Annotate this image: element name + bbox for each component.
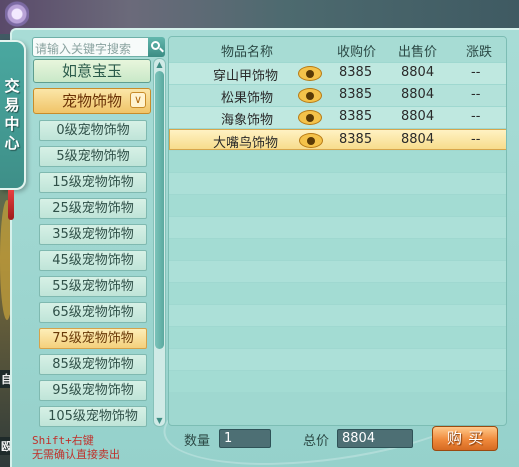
column-header-change: 涨跌	[466, 45, 493, 60]
table-row[interactable]: 穿山甲饰物 8385 8804 --	[169, 63, 506, 84]
scroll-down-arrow-icon[interactable]: ▼	[155, 416, 164, 425]
column-header-buy-price: 收购价	[337, 45, 377, 60]
flower-ornament-icon	[5, 0, 29, 28]
price-change: --	[471, 109, 481, 124]
quantity-input[interactable]: 1	[219, 429, 271, 448]
empty-table-row	[169, 217, 506, 238]
table-row-selected[interactable]: 大嘴鸟饰物 8385 8804 --	[169, 129, 506, 151]
quantity-label: 数量	[184, 434, 211, 449]
subcategory-item[interactable]: 15级宠物饰物	[39, 172, 147, 193]
table-row[interactable]: 松果饰物 8385 8804 --	[169, 85, 506, 106]
subcategory-item[interactable]: 95级宠物饰物	[39, 380, 147, 401]
title-char: 交	[4, 77, 20, 95]
item-name: 松果饰物	[221, 91, 274, 106]
search-input[interactable]: 请输入关键字搜索	[32, 37, 164, 57]
category-ruyi-jade[interactable]: 如意宝玉	[33, 59, 151, 83]
empty-table-row	[169, 173, 506, 194]
subcategory-item-selected[interactable]: 75级宠物饰物	[39, 328, 147, 349]
total-price-label: 总价	[303, 434, 330, 449]
sell-price: 8804	[401, 109, 435, 124]
scroll-up-arrow-icon[interactable]: ▲	[155, 60, 164, 69]
subcategory-item[interactable]: 5级宠物饰物	[39, 146, 147, 167]
empty-table-row	[169, 371, 506, 392]
window-title-tab: 交 易 中 心	[0, 40, 26, 190]
empty-table-row	[169, 195, 506, 216]
category-label: 宠物饰物	[61, 92, 122, 110]
item-name: 大嘴鸟饰物	[213, 136, 279, 151]
total-price-field: 8804	[337, 429, 413, 448]
empty-table-row	[169, 349, 506, 370]
empty-table-row	[169, 283, 506, 304]
chevron-down-icon: ∨	[130, 92, 146, 108]
empty-table-row	[169, 151, 506, 172]
hint-line: 无需确认直接卖出	[32, 448, 120, 461]
column-header-sell-price: 出售价	[398, 45, 438, 60]
subcategory-item[interactable]: 35级宠物饰物	[39, 224, 147, 245]
table-header: 物品名称 收购价 出售价 涨跌	[169, 37, 506, 62]
buy-button[interactable]: 购买	[432, 426, 498, 451]
eye-preview-icon[interactable]	[299, 133, 323, 148]
subcategory-item[interactable]: 45级宠物饰物	[39, 250, 147, 271]
category-pet-accessories[interactable]: 宠物饰物 ∨	[33, 88, 151, 114]
eye-preview-icon[interactable]	[298, 110, 322, 125]
price-change: --	[471, 87, 481, 102]
sell-shortcut-hint: Shift+右键 无需确认直接卖出	[32, 434, 120, 462]
empty-table-row	[169, 261, 506, 282]
subcategory-item[interactable]: 25级宠物饰物	[39, 198, 147, 219]
subcategory-item[interactable]: 85级宠物饰物	[39, 354, 147, 375]
item-price-table: 物品名称 收购价 出售价 涨跌 穿山甲饰物 8385 8804 -- 松果饰物 …	[168, 36, 507, 426]
subcategory-item[interactable]: 65级宠物饰物	[39, 302, 147, 323]
buy-price: 8385	[339, 87, 373, 102]
empty-table-row	[169, 305, 506, 326]
buy-price: 8385	[339, 65, 373, 80]
item-name: 穿山甲饰物	[213, 69, 279, 84]
empty-table-row	[169, 239, 506, 260]
table-row[interactable]: 海象饰物 8385 8804 --	[169, 107, 506, 128]
scrollbar-thumb[interactable]	[155, 71, 164, 349]
item-name: 海象饰物	[221, 113, 274, 128]
buy-price: 8385	[339, 109, 373, 124]
column-header-name: 物品名称	[221, 45, 274, 60]
hint-line: Shift+右键	[32, 434, 94, 447]
eye-preview-icon[interactable]	[298, 66, 322, 81]
subcategory-item[interactable]: 0级宠物饰物	[39, 120, 147, 141]
category-scrollbar[interactable]: ▲ ▼	[153, 58, 166, 427]
search-button[interactable]	[148, 37, 165, 57]
price-change: --	[471, 65, 481, 80]
sell-price: 8804	[401, 132, 435, 147]
price-change: --	[471, 132, 481, 147]
subcategory-item[interactable]: 55级宠物饰物	[39, 276, 147, 297]
sell-price: 8804	[401, 87, 435, 102]
subcategory-item[interactable]: 105级宠物饰物	[39, 406, 147, 427]
title-char: 中	[4, 115, 20, 133]
red-tassel-decoration	[8, 190, 14, 220]
sell-price: 8804	[401, 65, 435, 80]
buy-price: 8385	[339, 132, 373, 147]
title-char: 心	[4, 134, 20, 152]
title-char: 易	[4, 96, 20, 114]
empty-table-row	[169, 327, 506, 348]
eye-preview-icon[interactable]	[298, 88, 322, 103]
